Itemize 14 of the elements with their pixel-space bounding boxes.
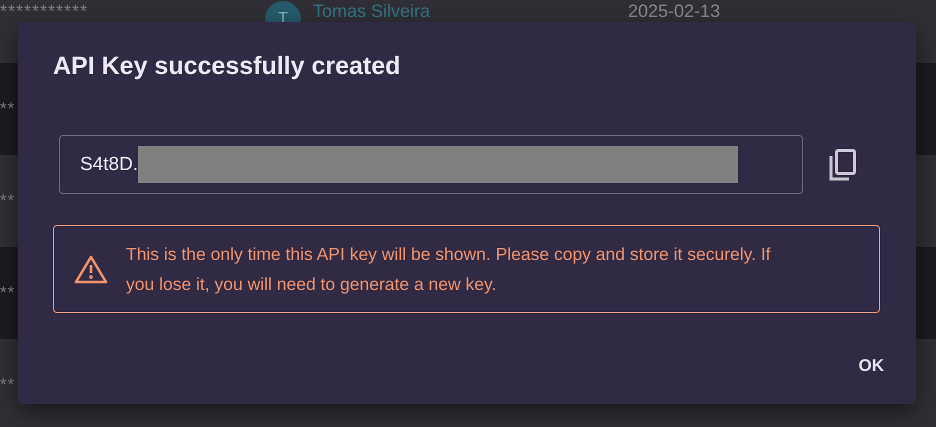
api-key-value: S4t8D. — [80, 154, 138, 176]
masked-key: ** — [0, 99, 16, 119]
masked-key: *********** — [0, 1, 265, 22]
masked-key: ** — [0, 191, 16, 211]
warning-text: This is the only time this API key will be shown. Please copy and store it securely. If you lose it, you will need to generate a new key. — [126, 243, 772, 296]
warning-icon — [74, 254, 108, 284]
dialog-title: API Key successfully created — [53, 52, 402, 82]
date-text: 2025-02-13 — [628, 1, 720, 22]
api-key-field[interactable]: S4t8D. — [59, 135, 803, 194]
user-name: Tomas Silveira — [313, 1, 432, 22]
ok-button[interactable]: OK — [848, 350, 894, 382]
masked-key: ** — [0, 375, 16, 395]
copy-icon[interactable] — [828, 148, 858, 182]
masked-key: ** — [0, 283, 16, 303]
